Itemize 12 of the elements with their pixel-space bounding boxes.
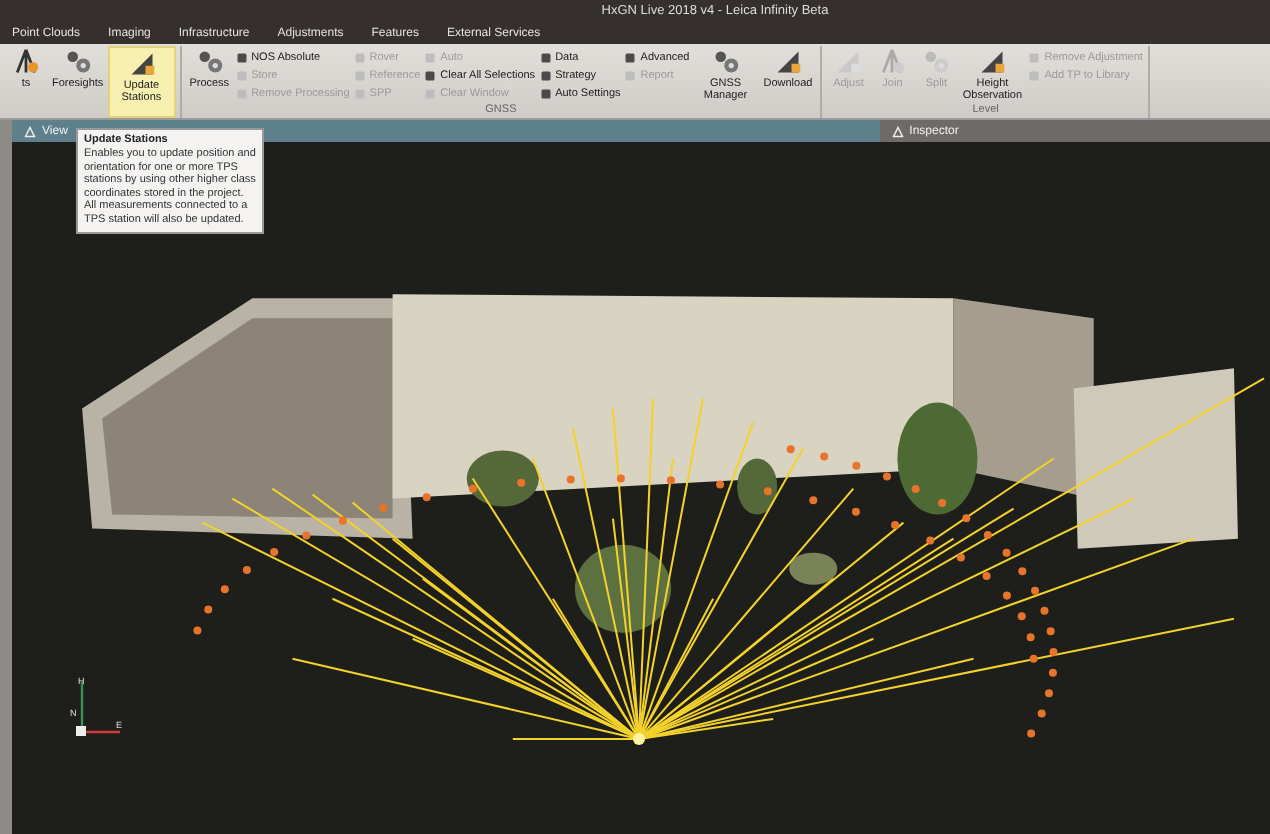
tool-icon bbox=[195, 47, 224, 76]
tool-icon bbox=[711, 47, 740, 76]
tool-icon bbox=[834, 47, 863, 76]
tool-icon bbox=[127, 49, 156, 78]
tool-icon bbox=[773, 47, 802, 76]
panel-icon bbox=[24, 125, 36, 138]
tool-icon bbox=[978, 47, 1007, 76]
tool-icon bbox=[922, 47, 951, 76]
panel-icon bbox=[891, 125, 904, 138]
tool-icon bbox=[12, 47, 40, 76]
tool-icon bbox=[878, 47, 907, 76]
tool-icon bbox=[63, 47, 92, 76]
